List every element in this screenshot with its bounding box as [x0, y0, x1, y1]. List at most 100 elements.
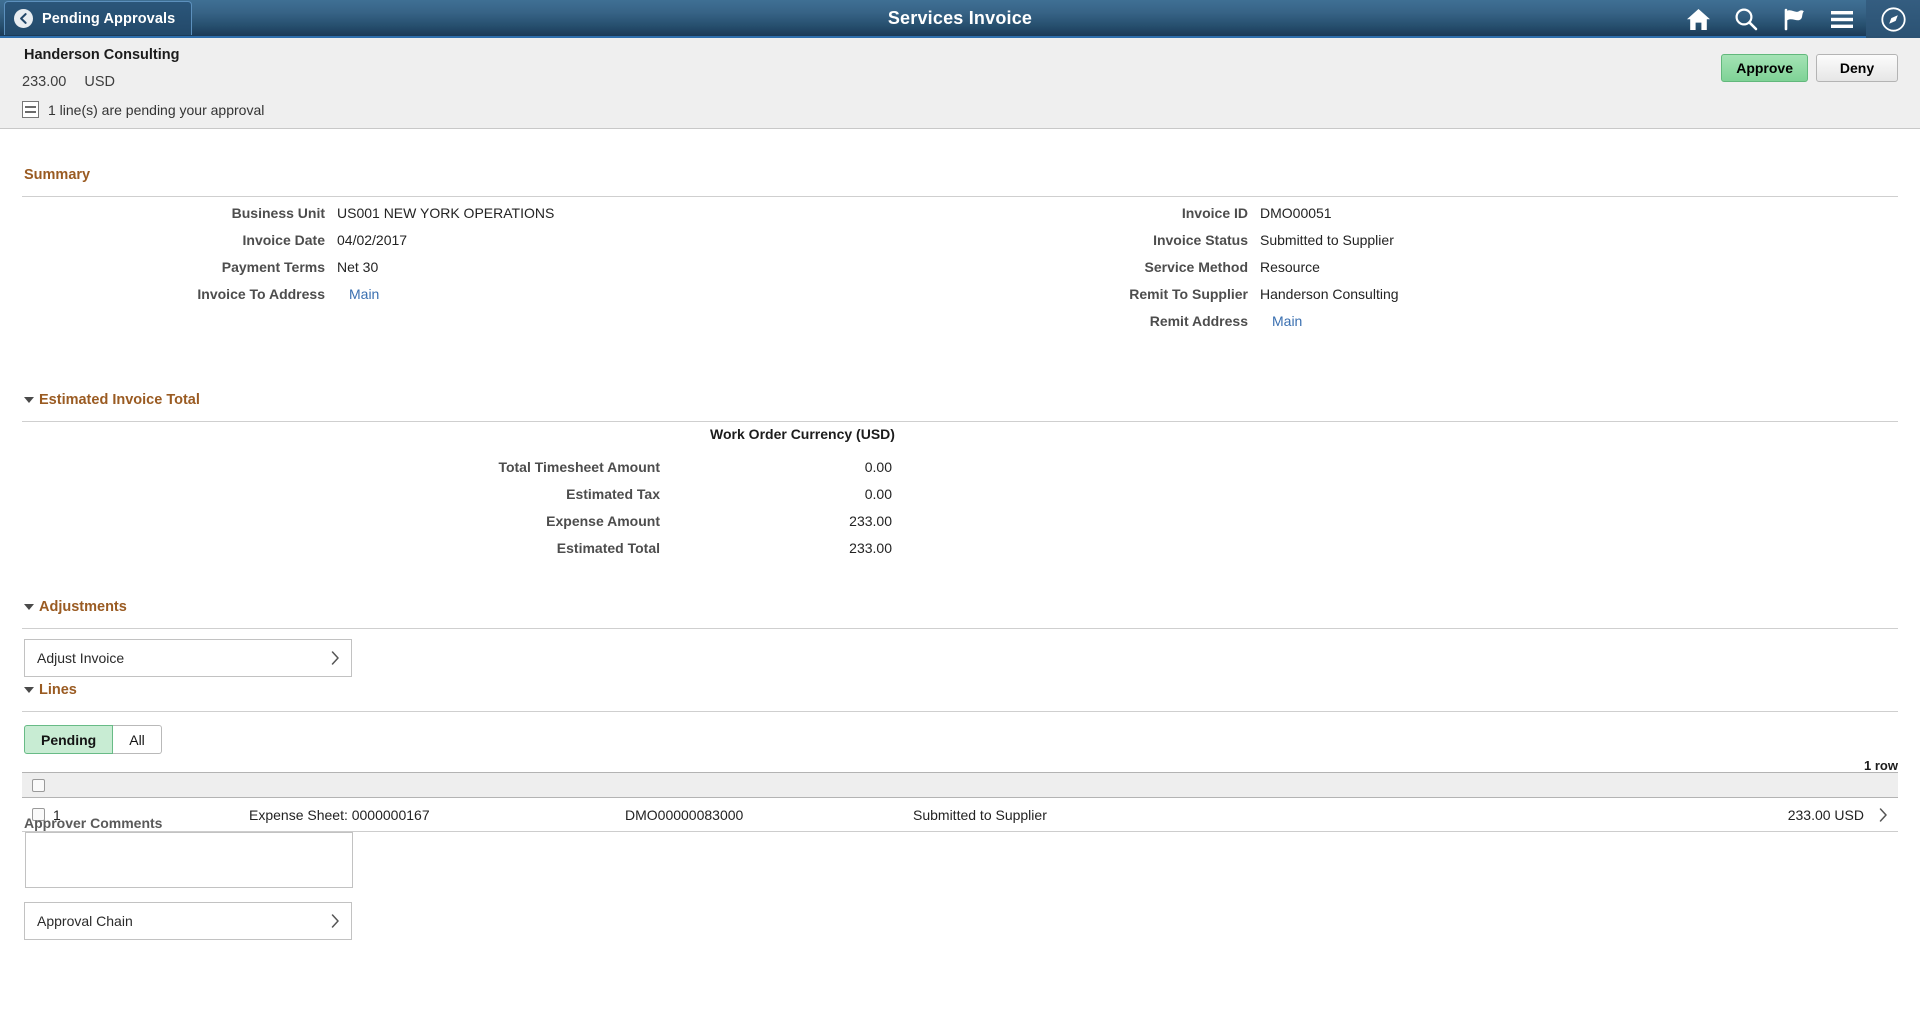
- field-invoice-date: Invoice Date 04/02/2017: [0, 232, 780, 259]
- field-service-method: Service Method Resource: [780, 259, 1600, 286]
- field-value: Submitted to Supplier: [1260, 232, 1394, 248]
- amount-label: Total Timesheet Amount: [0, 459, 660, 475]
- amount-label: Estimated Tax: [0, 486, 660, 502]
- field-value: US001 NEW YORK OPERATIONS: [337, 205, 554, 221]
- actions-menu-icon[interactable]: [1818, 0, 1866, 38]
- approval-action-buttons: Approve Deny: [1721, 54, 1898, 82]
- field-invoice-to-address: Invoice To Address Main: [0, 286, 780, 313]
- chevron-right-icon: [331, 651, 340, 665]
- estimated-total-divider: [22, 421, 1898, 422]
- field-label: Invoice To Address: [0, 286, 325, 302]
- lines-divider: [22, 711, 1898, 712]
- flag-icon[interactable]: [1770, 0, 1818, 38]
- approver-comments-input[interactable]: [25, 832, 353, 888]
- row-estimated-tax: Estimated Tax 0.00: [0, 486, 945, 513]
- summary-divider: [22, 196, 1898, 197]
- tab-all[interactable]: All: [113, 725, 162, 754]
- summary-left-column: Business Unit US001 NEW YORK OPERATIONS …: [0, 205, 780, 313]
- tab-pending[interactable]: Pending: [24, 725, 113, 754]
- back-to-pending-approvals-tab[interactable]: Pending Approvals: [4, 1, 192, 35]
- invoice-currency: USD: [84, 74, 115, 90]
- amount-label: Estimated Total: [0, 540, 660, 556]
- approval-chain-label: Approval Chain: [37, 913, 133, 929]
- invoice-to-address-link[interactable]: Main: [349, 286, 379, 302]
- amount-label: Expense Amount: [0, 513, 660, 529]
- back-tab-label: Pending Approvals: [42, 11, 175, 27]
- estimated-total-column-header-row: Work Order Currency (USD): [0, 426, 945, 459]
- adjustments-divider: [22, 628, 1898, 629]
- field-business-unit: Business Unit US001 NEW YORK OPERATIONS: [0, 205, 780, 232]
- invoice-sub-header: Handerson Consulting 233.00 USD Approve …: [0, 38, 1920, 129]
- field-invoice-status: Invoice Status Submitted to Supplier: [780, 232, 1600, 259]
- invoice-amount-row: 233.00 USD: [22, 74, 115, 90]
- field-label: Payment Terms: [0, 259, 325, 275]
- field-value: 04/02/2017: [337, 232, 407, 248]
- invoice-amount: 233.00: [22, 74, 66, 90]
- line-description: Expense Sheet: 0000000167: [249, 807, 625, 823]
- field-value: Net 30: [337, 259, 378, 275]
- field-label: Invoice Date: [0, 232, 325, 248]
- app-header: Pending Approvals Services Invoice: [0, 0, 1920, 38]
- line-reference: DMO00000083000: [625, 807, 913, 823]
- approve-button[interactable]: Approve: [1721, 54, 1808, 82]
- lines-title: Lines: [39, 682, 77, 698]
- line-amount: 233.00 USD: [1453, 807, 1898, 823]
- supplier-name: Handerson Consulting: [24, 47, 179, 63]
- estimated-total-title: Estimated Invoice Total: [39, 392, 200, 408]
- field-remit-address: Remit Address Main: [780, 313, 1600, 340]
- field-value: Resource: [1260, 259, 1320, 275]
- search-icon[interactable]: [1722, 0, 1770, 38]
- select-all-checkbox[interactable]: [32, 779, 45, 792]
- chevron-down-icon[interactable]: [24, 687, 34, 693]
- lines-grid-header: [22, 772, 1898, 798]
- approver-comments-label: Approver Comments: [24, 815, 162, 831]
- lines-list-icon: [22, 101, 39, 118]
- deny-button[interactable]: Deny: [1816, 54, 1898, 82]
- field-label: Remit Address: [780, 313, 1248, 329]
- estimated-total-section-header: Estimated Invoice Total: [0, 392, 200, 408]
- adjustments-title: Adjustments: [39, 599, 127, 615]
- summary-section-header: Summary: [0, 167, 90, 183]
- amount-value: 233.00: [660, 540, 892, 556]
- page-title: Services Invoice: [0, 8, 1920, 29]
- field-label: Service Method: [780, 259, 1248, 275]
- amount-value: 0.00: [660, 486, 892, 502]
- estimated-total-table: Work Order Currency (USD) Total Timeshee…: [0, 426, 945, 567]
- field-invoice-id: Invoice ID DMO00051: [780, 205, 1600, 232]
- field-value: DMO00051: [1260, 205, 1332, 221]
- amount-value: 0.00: [660, 459, 892, 475]
- lines-grid: 1 Expense Sheet: 0000000167 DMO000000830…: [22, 772, 1898, 832]
- field-label: Remit To Supplier: [780, 286, 1248, 302]
- row-total-timesheet-amount: Total Timesheet Amount 0.00: [0, 459, 945, 486]
- chevron-down-icon[interactable]: [24, 604, 34, 610]
- row-expense-amount: Expense Amount 233.00: [0, 513, 945, 540]
- adjustments-section-header: Adjustments: [0, 599, 127, 615]
- home-icon[interactable]: [1674, 0, 1722, 38]
- adjust-invoice-label: Adjust Invoice: [37, 650, 124, 666]
- chevron-right-icon: [331, 914, 340, 928]
- field-remit-to-supplier: Remit To Supplier Handerson Consulting: [780, 286, 1600, 313]
- lines-filter-toggle: Pending All: [24, 725, 162, 754]
- header-icon-group: [1674, 0, 1920, 38]
- lines-section-header: Lines: [0, 682, 77, 698]
- field-label: Invoice Status: [780, 232, 1248, 248]
- nav-bar-icon[interactable]: [1866, 0, 1920, 38]
- remit-address-link[interactable]: Main: [1272, 313, 1302, 329]
- summary-right-column: Invoice ID DMO00051 Invoice Status Submi…: [780, 205, 1600, 340]
- table-row[interactable]: 1 Expense Sheet: 0000000167 DMO000000830…: [22, 798, 1898, 832]
- summary-title: Summary: [24, 167, 90, 183]
- adjust-invoice-button[interactable]: Adjust Invoice: [24, 639, 352, 677]
- pending-lines-note: 1 line(s) are pending your approval: [22, 101, 264, 118]
- field-label: Business Unit: [0, 205, 325, 221]
- work-order-currency-header: Work Order Currency (USD): [660, 426, 945, 459]
- amount-value: 233.00: [660, 513, 892, 529]
- row-count-label: 1 row: [1864, 758, 1898, 773]
- field-value: Handerson Consulting: [1260, 286, 1399, 302]
- chevron-right-icon[interactable]: [1879, 808, 1888, 822]
- row-estimated-total: Estimated Total 233.00: [0, 540, 945, 567]
- back-chevron-icon: [14, 9, 33, 28]
- line-status: Submitted to Supplier: [913, 807, 1453, 823]
- approval-chain-button[interactable]: Approval Chain: [24, 902, 352, 940]
- pending-note-text: 1 line(s) are pending your approval: [48, 102, 264, 118]
- chevron-down-icon[interactable]: [24, 397, 34, 403]
